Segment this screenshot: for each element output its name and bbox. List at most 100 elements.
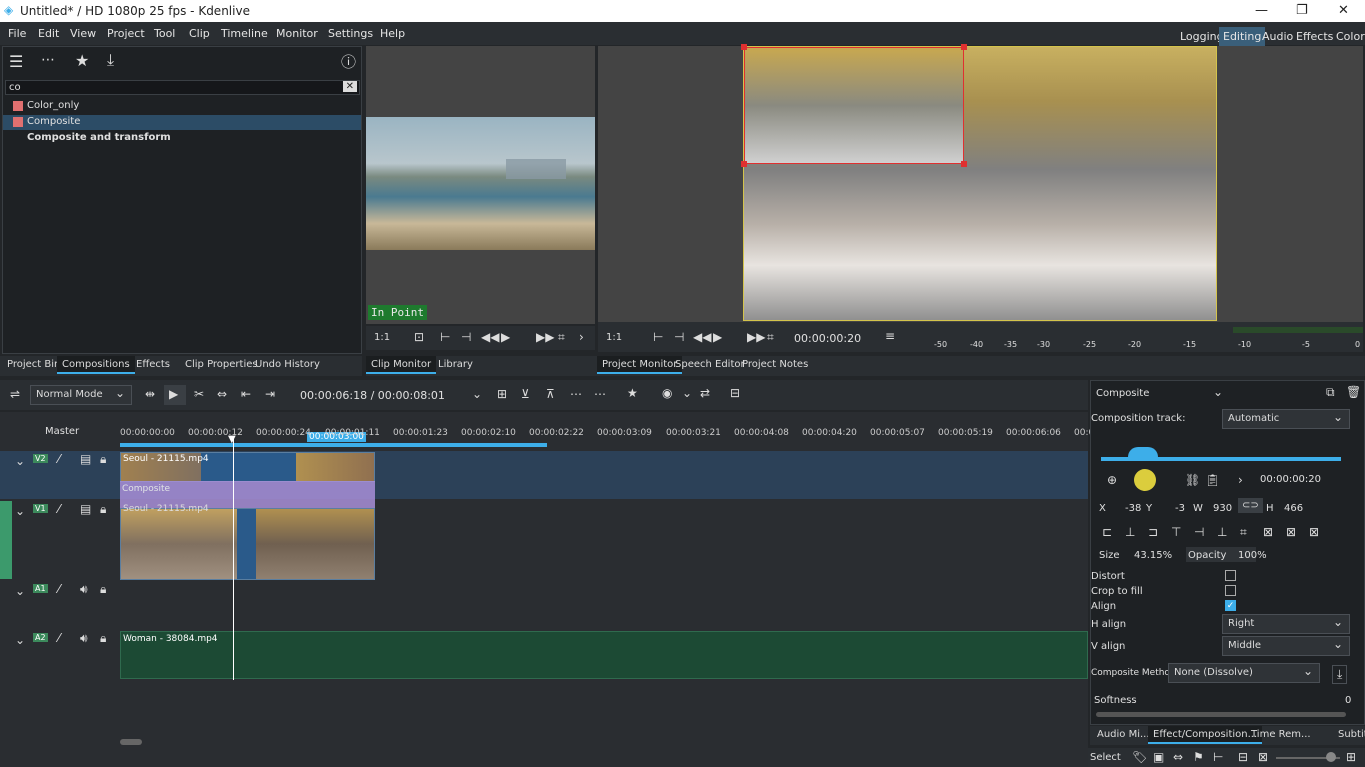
subtitle-icon[interactable]: ⊟ xyxy=(730,386,740,400)
adjust-width-icon[interactable]: ⊠ xyxy=(1286,525,1296,539)
align-bottom-icon[interactable]: ⊥ xyxy=(1217,525,1227,539)
playhead-handle-icon[interactable]: ▼ xyxy=(228,434,236,445)
lift-icon[interactable]: ⋯ xyxy=(570,387,582,401)
mixer-icon[interactable]: ⇄ xyxy=(700,386,710,400)
menu-icon[interactable]: ≡ xyxy=(885,329,895,343)
list-item-color-only[interactable]: Color_only xyxy=(3,99,361,114)
tab-clip-monitor[interactable]: Clip Monitor xyxy=(366,356,437,374)
favorite-star-icon[interactable]: ★ xyxy=(75,51,89,70)
spacer-tool-icon[interactable]: ⇹ xyxy=(145,387,155,401)
collapse-icon[interactable]: ⌄ xyxy=(15,584,25,598)
collapse-icon[interactable]: ⌄ xyxy=(15,633,25,647)
menu-clip[interactable]: Clip xyxy=(189,27,210,40)
close-button[interactable]: ✕ xyxy=(1338,3,1349,18)
fit-icon[interactable]: ⌗ xyxy=(1240,525,1247,540)
split-icon[interactable]: ⊢ xyxy=(1213,750,1223,764)
effects-wand-icon[interactable]: ⁄ xyxy=(58,631,60,645)
project-zoom-select[interactable]: 1:1 xyxy=(606,332,622,343)
menu-view[interactable]: View xyxy=(70,27,96,40)
adjust-height-icon[interactable]: ⊠ xyxy=(1309,525,1319,539)
tab-undo-history[interactable]: Undo History xyxy=(250,356,325,374)
menu-settings[interactable]: Settings xyxy=(328,27,373,40)
save-preset-icon[interactable]: ⧉ xyxy=(1326,385,1335,400)
halign-select[interactable]: Right xyxy=(1222,614,1350,634)
set-in-icon[interactable]: ⊢ xyxy=(653,330,663,344)
zoom-slider-handle[interactable] xyxy=(1326,752,1336,762)
lock-icon[interactable]: 🔒︎ xyxy=(100,502,106,517)
chevron-down-icon[interactable]: ⌄ xyxy=(1213,385,1223,399)
w-field[interactable]: 930 xyxy=(1213,503,1232,514)
menu-monitor[interactable]: Monitor xyxy=(276,27,318,40)
resize-handle[interactable] xyxy=(741,44,747,50)
slip-tool-icon[interactable]: ⇔ xyxy=(217,387,227,401)
forward-icon[interactable]: ▶▶ xyxy=(536,330,554,344)
project-timecode[interactable]: 00:00:00:20 xyxy=(794,332,861,345)
crop-checkbox[interactable] xyxy=(1225,585,1236,596)
chevron-down-icon[interactable]: ⌄ xyxy=(682,386,692,400)
favorite-star-icon[interactable]: ★ xyxy=(627,386,638,400)
align-checkbox[interactable]: ✓ xyxy=(1225,600,1236,611)
clip-zoom-select[interactable]: 1:1 xyxy=(374,332,390,343)
align-left-icon[interactable]: ⊏ xyxy=(1102,525,1112,539)
speaker-icon[interactable]: 🔊︎ xyxy=(80,631,88,646)
chevron-down-icon[interactable]: ⌄ xyxy=(472,387,482,401)
fill-icon[interactable]: ⊠ xyxy=(1263,525,1273,539)
chevron-right-icon[interactable]: › xyxy=(579,330,584,344)
zone-bar[interactable] xyxy=(120,443,547,447)
playhead[interactable] xyxy=(233,438,234,680)
fit-zoom-icon[interactable]: ⊞ xyxy=(497,387,507,401)
speaker-icon[interactable]: 🔊︎ xyxy=(80,582,88,597)
clip-v1[interactable]: Seoul - 21115.mp4 xyxy=(120,504,375,580)
effects-wand-icon[interactable]: ⁄ xyxy=(58,452,60,466)
info-icon[interactable]: ⓘ xyxy=(341,51,356,72)
download-icon[interactable]: ⤓ xyxy=(107,50,114,70)
maximize-button[interactable]: ❐ xyxy=(1296,3,1308,18)
tab-time-remap[interactable]: Time Rem... xyxy=(1246,726,1316,744)
multicam-tool-icon[interactable]: ⇥ xyxy=(265,387,275,401)
overwrite-icon[interactable]: ⊼ xyxy=(546,387,555,401)
list-item-composite-and-transform[interactable]: Composite and transform xyxy=(3,131,361,146)
film-icon[interactable]: ▤ xyxy=(80,452,91,466)
distort-checkbox[interactable] xyxy=(1225,570,1236,581)
menu-help[interactable]: Help xyxy=(380,27,405,40)
download-icon[interactable]: ⤓ xyxy=(1332,665,1348,684)
method-select[interactable]: None (Dissolve) xyxy=(1168,663,1320,683)
effects-wand-icon[interactable]: ⁄ xyxy=(58,582,60,596)
clear-search-icon[interactable]: ✕ xyxy=(342,81,357,92)
y-field[interactable]: -3 xyxy=(1175,503,1185,514)
expand-icon[interactable]: ⋯ xyxy=(41,52,55,68)
align-hcenter-icon[interactable]: ⊥ xyxy=(1125,525,1135,539)
tab-library[interactable]: Library xyxy=(433,356,478,374)
lock-icon[interactable]: 🔒︎ xyxy=(100,452,106,467)
lock-icon[interactable]: 🔒︎ xyxy=(100,631,106,646)
resize-handle[interactable] xyxy=(741,161,747,167)
menu-edit[interactable]: Edit xyxy=(38,27,59,40)
rewind-icon[interactable]: ◀◀ xyxy=(481,330,499,344)
menu-timeline[interactable]: Timeline xyxy=(221,27,268,40)
play-icon[interactable]: ▶ xyxy=(501,330,510,344)
resize-handle[interactable] xyxy=(961,44,967,50)
project-monitor-view[interactable] xyxy=(598,44,1363,322)
lock-icon[interactable]: 🔒︎ xyxy=(100,582,106,597)
clip-a2[interactable]: Woman - 38084.mp4 xyxy=(120,631,1088,679)
zoom-in-icon[interactable]: ⊞ xyxy=(1346,750,1356,764)
softness-value[interactable]: 0 xyxy=(1345,695,1351,706)
zoom-out-icon[interactable]: ⊟ xyxy=(1238,750,1248,764)
tab-project-bin[interactable]: Project Bin xyxy=(2,356,65,374)
delete-icon[interactable]: 🗑︎ xyxy=(1346,385,1361,399)
align-right-icon[interactable]: ⊐ xyxy=(1148,525,1158,539)
layout-effects[interactable]: Effects xyxy=(1292,27,1337,46)
timeline-settings-icon[interactable]: ⇌ xyxy=(10,387,20,401)
menu-project[interactable]: Project xyxy=(107,27,145,40)
select-tool-icon[interactable]: ▶ xyxy=(164,385,186,405)
tag-icon[interactable]: 🏷︎ xyxy=(1132,750,1147,764)
zoom-fit-icon[interactable]: ⊠ xyxy=(1258,750,1268,764)
menu-file[interactable]: File xyxy=(8,27,26,40)
resize-handle[interactable] xyxy=(961,161,967,167)
x-field[interactable]: -38 xyxy=(1125,503,1141,514)
align-vcenter-icon[interactable]: ⊣ xyxy=(1194,525,1204,539)
set-in-icon[interactable]: ⊢ xyxy=(440,330,450,344)
snap-icon[interactable]: ⇔ xyxy=(1173,750,1183,764)
add-keyframe-icon[interactable]: ⊕ xyxy=(1107,473,1117,487)
set-out-icon[interactable]: ⊣ xyxy=(461,330,471,344)
